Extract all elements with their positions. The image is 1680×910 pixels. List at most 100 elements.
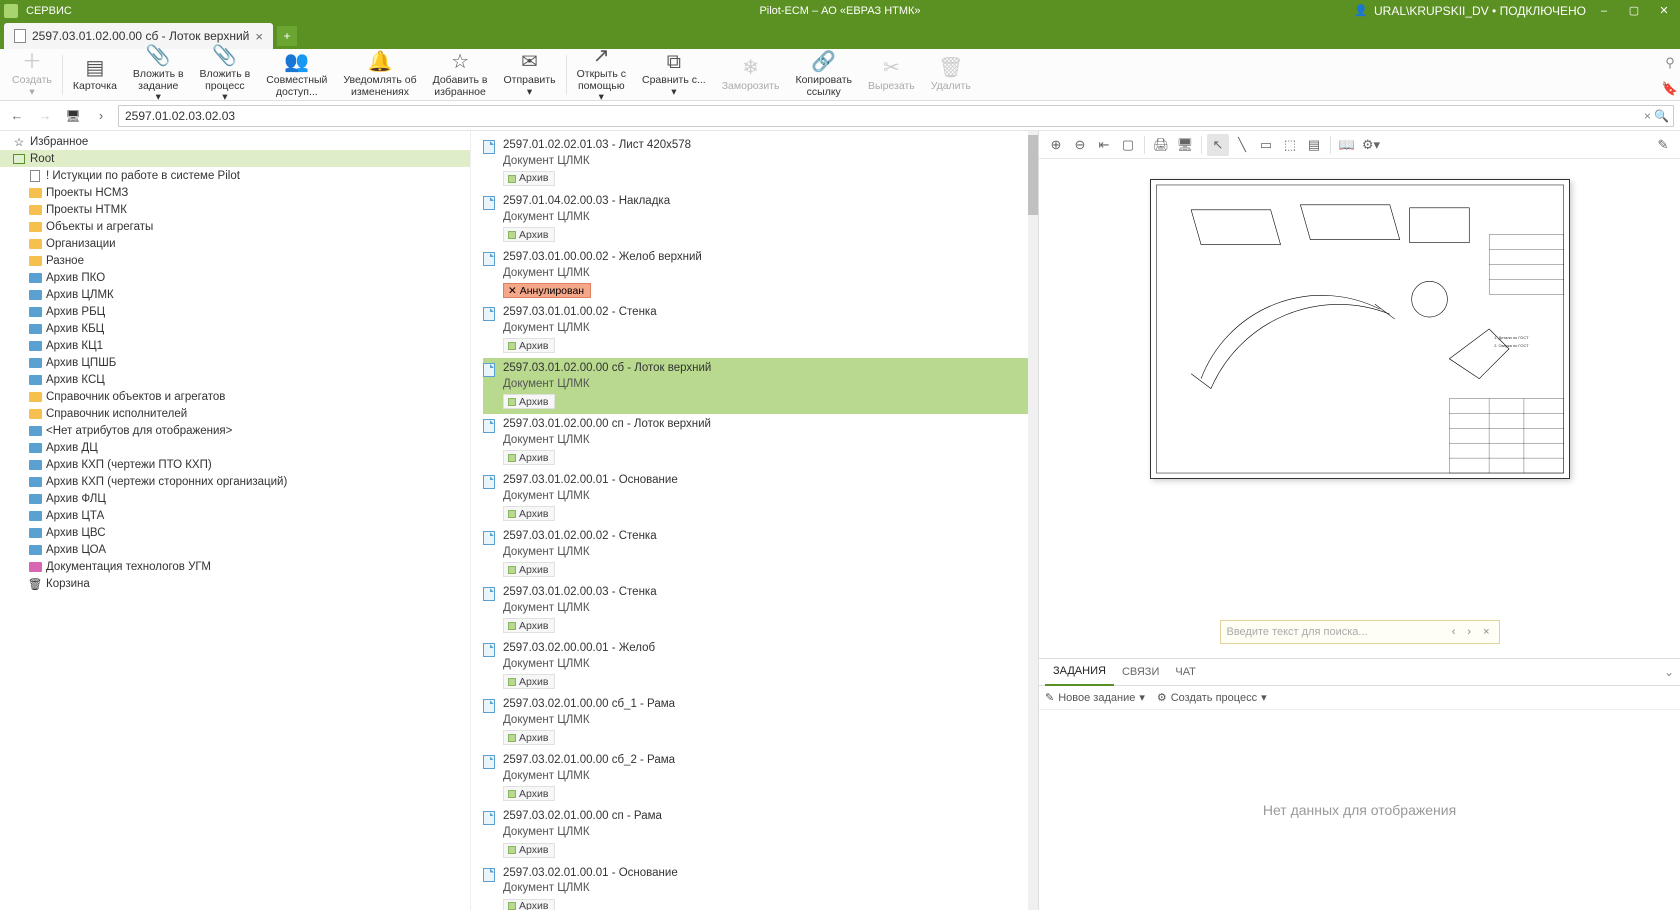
tab-chat[interactable]: ЧАТ [1167, 658, 1204, 686]
fit-width-button[interactable]: ⇤ [1093, 134, 1115, 156]
fit-page-button[interactable]: ▢ [1117, 134, 1139, 156]
tab-add-button[interactable]: + [277, 26, 297, 46]
viewer-search-box[interactable]: Введите текст для поиска... ‹ › × [1220, 620, 1500, 644]
rect-tool-button[interactable]: ▭ [1255, 134, 1277, 156]
tree-item[interactable]: Справочник объектов и агрегатов [0, 388, 470, 405]
tree-root[interactable]: Root [0, 150, 470, 167]
list-item[interactable]: 2597.03.01.02.00.00 сп - Лоток верхнийДо… [483, 414, 1038, 470]
list-item[interactable]: 2597.03.01.01.00.02 - СтенкаДокумент ЦЛМ… [483, 302, 1038, 358]
line-tool-button[interactable]: ╲ [1231, 134, 1253, 156]
tree-item[interactable]: Архив ДЦ [0, 439, 470, 456]
attach-process-button[interactable]: 📎Вложить в процесс▾ [192, 50, 259, 100]
list-item[interactable]: 2597.01.02.02.01.03 - Лист 420х578Докуме… [483, 135, 1038, 191]
list-item[interactable]: 2597.03.01.00.00.02 - Желоб верхнийДокум… [483, 247, 1038, 302]
list-item[interactable]: 2597.03.02.01.00.00 сб_2 - РамаДокумент … [483, 750, 1038, 806]
tree-item[interactable]: Архив ЦЛМК [0, 286, 470, 303]
tab-links[interactable]: СВЯЗИ [1114, 658, 1167, 686]
tree-item[interactable]: Справочник исполнителей [0, 405, 470, 422]
new-process-button[interactable]: ⚙Создать процесс▾ [1157, 691, 1267, 704]
close-button[interactable]: ✕ [1652, 1, 1676, 21]
status-badge: Архив [503, 506, 555, 521]
monitor-icon[interactable]: 🖥 [62, 105, 84, 127]
tree-item[interactable]: 🗑Корзина [0, 575, 470, 592]
notify-button[interactable]: 🔔Уведомлять об изменениях [335, 50, 424, 100]
scrollbar-track[interactable] [1028, 131, 1038, 910]
search-next-icon[interactable]: › [1464, 626, 1474, 638]
list-item[interactable]: 2597.01.04.02.00.03 - НакладкаДокумент Ц… [483, 191, 1038, 247]
tree-item[interactable]: ! Истукции по работе в системе Pilot [0, 167, 470, 184]
freeze-button[interactable]: ❄Заморозить [714, 50, 788, 100]
tree-favorites[interactable]: ☆Избранное [0, 133, 470, 150]
list-item[interactable]: 2597.03.02.01.00.01 - ОснованиеДокумент … [483, 863, 1038, 910]
minimize-button[interactable]: – [1592, 1, 1616, 21]
tree-item[interactable]: Архив ЦПШБ [0, 354, 470, 371]
back-button[interactable]: ← [6, 105, 28, 127]
path-next-icon[interactable]: › [90, 105, 112, 127]
edit-button[interactable]: ✎ [1652, 134, 1674, 156]
cut-button[interactable]: ✂Вырезать [860, 50, 923, 100]
search-prev-icon[interactable]: ‹ [1449, 626, 1459, 638]
tree-item[interactable]: Объекты и агрегаты [0, 218, 470, 235]
open-with-button[interactable]: ↗Открыть с помощью▾ [569, 50, 634, 100]
share-button[interactable]: 👥Совместный доступ... [258, 50, 335, 100]
list-item[interactable]: 2597.03.01.02.00.00 сб - Лоток верхнийДо… [483, 358, 1038, 414]
delete-button[interactable]: 🗑Удалить [923, 50, 979, 100]
list-item[interactable]: 2597.03.01.02.00.01 - ОснованиеДокумент … [483, 470, 1038, 526]
tree-item[interactable]: Архив КХП (чертежи сторонних организаций… [0, 473, 470, 490]
tree-item[interactable]: Архив КБЦ [0, 320, 470, 337]
tree-item[interactable]: Архив КХП (чертежи ПТО КХП) [0, 456, 470, 473]
scrollbar-thumb[interactable] [1028, 135, 1038, 215]
send-button[interactable]: ✉Отправить▾ [496, 50, 564, 100]
new-task-button[interactable]: ✎Новое задание▾ [1045, 691, 1145, 704]
list-item[interactable]: 2597.03.02.01.00.00 сб_1 - РамаДокумент … [483, 694, 1038, 750]
zoom-in-button[interactable]: ⊕ [1045, 134, 1067, 156]
maximize-button[interactable]: ▢ [1622, 1, 1646, 21]
tab-tasks[interactable]: ЗАДАНИЯ [1045, 658, 1114, 686]
document-icon [483, 587, 499, 635]
list-item[interactable]: 2597.03.01.02.00.03 - СтенкаДокумент ЦЛМ… [483, 582, 1038, 638]
note-button[interactable]: 📖 [1336, 134, 1358, 156]
card-button[interactable]: ▤Карточка [65, 50, 125, 100]
search-close-icon[interactable]: × [1480, 626, 1492, 638]
list-item[interactable]: 2597.03.01.02.00.02 - СтенкаДокумент ЦЛМ… [483, 526, 1038, 582]
attach-task-button[interactable]: 📎Вложить в задание▾ [125, 50, 192, 100]
tree-item[interactable]: Архив ЦТА [0, 507, 470, 524]
service-menu[interactable]: СЕРВИС [26, 5, 72, 17]
expand-icon[interactable]: ⌄ [1664, 665, 1674, 679]
tree-item[interactable]: Архив КЦ1 [0, 337, 470, 354]
tree-item[interactable]: Архив РБЦ [0, 303, 470, 320]
clear-icon[interactable]: × [1644, 109, 1651, 123]
tree-item[interactable]: Архив ФЛЦ [0, 490, 470, 507]
print-button[interactable]: 🖨 [1150, 134, 1172, 156]
list-item[interactable]: 2597.03.02.00.00.01 - ЖелобДокумент ЦЛМК… [483, 638, 1038, 694]
screen-button[interactable]: 🖥 [1174, 134, 1196, 156]
tree-item[interactable]: Проекты НСМЗ [0, 184, 470, 201]
favorite-button[interactable]: ☆Добавить в избранное [425, 50, 496, 100]
tree-item[interactable]: Организации [0, 235, 470, 252]
settings-button[interactable]: ⚙▾ [1360, 134, 1382, 156]
copy-link-button[interactable]: 🔗Копировать ссылку [787, 50, 860, 100]
forward-button[interactable]: → [34, 105, 56, 127]
tree-item[interactable]: Документация технологов УГМ [0, 558, 470, 575]
create-button[interactable]: ＋Создать▾ [4, 50, 60, 100]
drawing-viewport[interactable]: 1. Детали по ГОСТ 2. Сварка по ГОСТ Введ… [1039, 159, 1680, 658]
address-bar[interactable]: 2597.01.02.03.02.03 × 🔍 [118, 105, 1674, 127]
pin-icon[interactable]: ⚲ [1665, 55, 1675, 71]
tree-item[interactable]: Архив ПКО [0, 269, 470, 286]
compare-button[interactable]: ⧉Сравнить с...▾ [634, 50, 714, 100]
cursor-button[interactable]: ↖ [1207, 134, 1229, 156]
tree-item[interactable]: Архив КСЦ [0, 371, 470, 388]
tab-close-icon[interactable]: × [255, 29, 263, 44]
tree-item[interactable]: Проекты НТМК [0, 201, 470, 218]
select-tool-button[interactable]: ⬚ [1279, 134, 1301, 156]
tree-item[interactable]: Разное [0, 252, 470, 269]
tree-item[interactable]: <Нет атрибутов для отображения> [0, 422, 470, 439]
bookmark-icon[interactable]: 🔖 [1662, 81, 1678, 97]
text-tool-button[interactable]: ▤ [1303, 134, 1325, 156]
search-icon[interactable]: 🔍 [1654, 109, 1669, 123]
zoom-out-button[interactable]: ⊖ [1069, 134, 1091, 156]
tree-item[interactable]: Архив ЦВС [0, 524, 470, 541]
tree-item[interactable]: Архив ЦОА [0, 541, 470, 558]
user-label[interactable]: URAL\KRUPSKII_DV • ПОДКЛЮЧЕНО [1374, 4, 1586, 18]
list-item[interactable]: 2597.03.02.01.00.00 сп - РамаДокумент ЦЛ… [483, 806, 1038, 862]
